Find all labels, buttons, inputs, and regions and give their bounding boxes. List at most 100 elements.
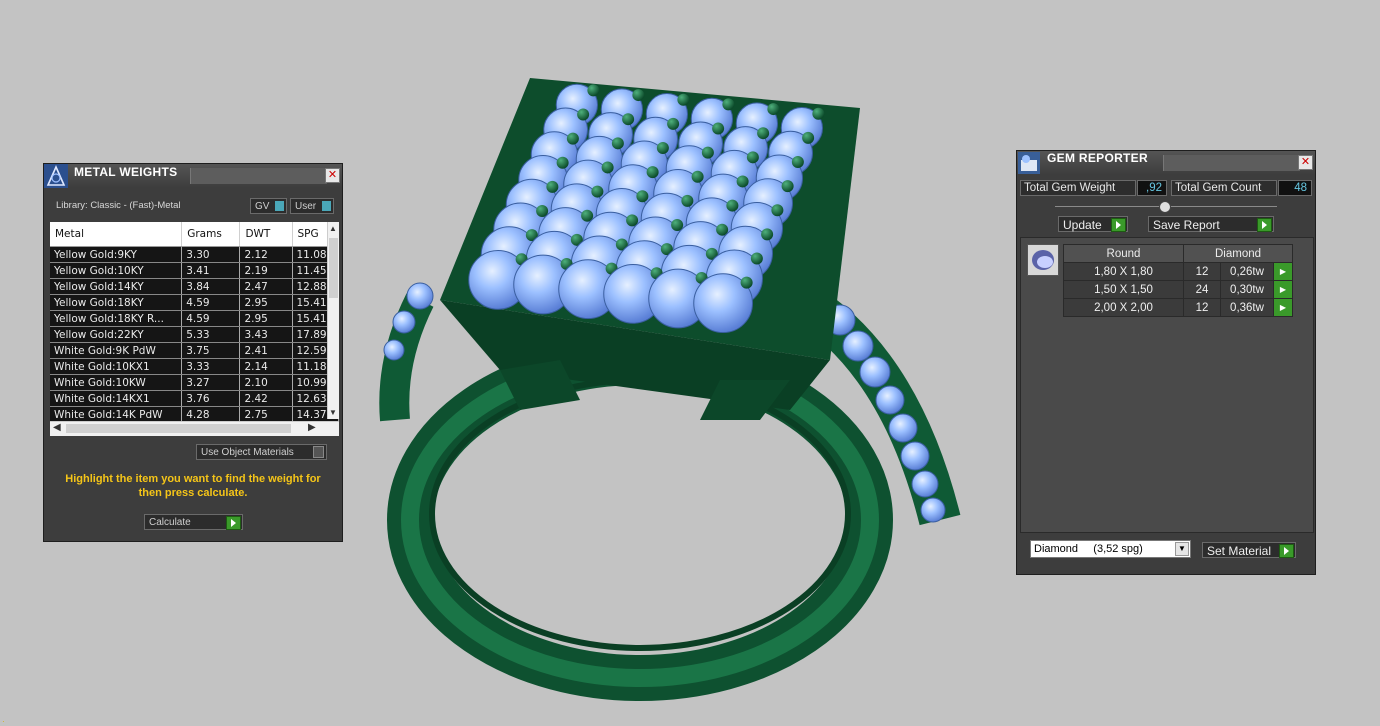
metal-table-vertical-scrollbar[interactable]: ▲ ▼ xyxy=(327,222,339,419)
table-row[interactable]: White Gold:10KX1 3.33 2.14 11.18 xyxy=(50,358,339,375)
metal-weights-logo-icon xyxy=(44,164,68,188)
prong xyxy=(761,228,774,241)
column-grams[interactable]: Grams xyxy=(181,222,241,247)
table-cell: Yellow Gold:18KY R... xyxy=(50,310,183,327)
scroll-hthumb[interactable] xyxy=(66,424,291,433)
prong xyxy=(722,98,735,111)
table-cell: 2.10 xyxy=(239,374,293,391)
table-cell: White Gold:10KW xyxy=(50,374,183,391)
table-cell: White Gold:10KX1 xyxy=(50,358,183,375)
table-cell: Yellow Gold:9KY xyxy=(50,246,183,263)
gem-reporter-title: GEM REPORTER xyxy=(1047,151,1148,165)
calculate-button[interactable]: Calculate xyxy=(144,514,243,530)
prong xyxy=(556,156,569,169)
scroll-down-arrow-icon[interactable]: ▼ xyxy=(329,408,337,417)
prong xyxy=(740,276,753,289)
prong xyxy=(681,194,694,207)
table-cell: 2.41 xyxy=(239,342,293,359)
prong xyxy=(701,146,714,159)
prong xyxy=(802,131,815,144)
table-cell: White Gold:14KX1 xyxy=(50,390,183,407)
library-label: Library: Classic - (Fast)-Metal xyxy=(56,200,181,211)
gem-table-header: Round Diamond xyxy=(1063,244,1293,263)
gem-shape-header: Round xyxy=(1063,244,1184,263)
table-row[interactable]: Yellow Gold:10KY 3.41 2.19 11.45 xyxy=(50,262,339,279)
report-slider[interactable] xyxy=(1055,201,1277,213)
table-row[interactable]: Yellow Gold:18KY R... 4.59 2.95 15.41 xyxy=(50,310,339,327)
gv-toggle[interactable]: GV xyxy=(250,198,287,214)
metal-weights-close-button[interactable]: ✕ xyxy=(325,168,340,183)
metal-table-horizontal-scrollbar[interactable]: ◀ ▶ xyxy=(50,421,339,436)
scroll-left-arrow-icon[interactable]: ◀ xyxy=(53,422,61,433)
set-material-button[interactable]: Set Material xyxy=(1202,542,1296,558)
save-report-button[interactable]: Save Report xyxy=(1148,216,1274,232)
table-cell: 3.84 xyxy=(181,278,241,295)
gem-row-select-button[interactable]: ▶ xyxy=(1273,262,1293,281)
gv-label: GV xyxy=(255,201,270,212)
corner-mark: · xyxy=(2,717,5,726)
total-gem-weight-label: Total Gem Weight xyxy=(1020,180,1136,196)
scroll-up-arrow-icon[interactable]: ▲ xyxy=(329,224,337,233)
table-cell: 2.47 xyxy=(239,278,293,295)
column-metal[interactable]: Metal xyxy=(50,222,183,247)
gem-row[interactable]: 1,50 X 1,50 24 0,30tw ▶ xyxy=(1063,280,1293,299)
table-cell: Yellow Gold:14KY xyxy=(50,278,183,295)
table-cell: 2.14 xyxy=(239,358,293,375)
chevron-down-icon[interactable]: ▼ xyxy=(1175,542,1189,556)
update-play-icon xyxy=(1111,218,1126,232)
gem-row[interactable]: 2,00 X 2,00 12 0,36tw ▶ xyxy=(1063,298,1293,317)
total-gem-weight-value: ,92 xyxy=(1137,180,1167,196)
table-row[interactable]: White Gold:9K PdW 3.75 2.41 12.59 xyxy=(50,342,339,359)
table-cell: 2.42 xyxy=(239,390,293,407)
table-row[interactable]: White Gold:14KX1 3.76 2.42 12.63 xyxy=(50,390,339,407)
gem-cell: 0,26tw xyxy=(1220,262,1274,281)
table-row[interactable]: Yellow Gold:22KY 5.33 3.43 17.89 xyxy=(50,326,339,343)
prong xyxy=(691,170,704,183)
metal-weights-titlebar[interactable]: METAL WEIGHTS ✕ xyxy=(44,164,342,188)
slider-handle-icon[interactable] xyxy=(1159,201,1171,213)
scroll-right-arrow-icon[interactable]: ▶ xyxy=(308,422,316,433)
total-gem-count-label: Total Gem Count xyxy=(1171,180,1277,196)
use-object-materials-label: Use Object Materials xyxy=(201,447,294,458)
round-gem-shape-icon xyxy=(1032,250,1054,270)
prong xyxy=(577,108,590,121)
prong xyxy=(546,180,559,193)
prong xyxy=(632,89,645,102)
material-select[interactable]: Diamond (3,52 spg) ▼ xyxy=(1030,540,1191,558)
gem-row[interactable]: 1,80 X 1,80 12 0,26tw ▶ xyxy=(1063,262,1293,281)
prong xyxy=(611,137,624,150)
table-row[interactable]: Yellow Gold:14KY 3.84 2.47 12.88 xyxy=(50,278,339,295)
table-row[interactable]: Yellow Gold:9KY 3.30 2.12 11.08 xyxy=(50,246,339,263)
prong xyxy=(712,122,725,135)
metal-weights-panel: METAL WEIGHTS ✕ Library: Classic - (Fast… xyxy=(43,163,343,542)
gem-row-select-button[interactable]: ▶ xyxy=(1273,280,1293,299)
gv-indicator xyxy=(275,201,284,211)
prong xyxy=(646,166,659,179)
scroll-thumb[interactable] xyxy=(329,238,338,298)
update-button[interactable]: Update xyxy=(1058,216,1128,232)
gem-material-header: Diamond xyxy=(1183,244,1293,263)
column-dwt[interactable]: DWT xyxy=(239,222,293,247)
gem-reporter-close-button[interactable]: ✕ xyxy=(1298,155,1313,170)
gem-cell: 12 xyxy=(1183,298,1221,317)
gem-list-area: Round Diamond 1,80 X 1,80 12 0,26tw ▶ 1,50 X… xyxy=(1020,237,1314,533)
table-cell: 4.59 xyxy=(181,294,241,311)
gem-reporter-titlebar[interactable]: GEM REPORTER ✕ xyxy=(1017,151,1315,175)
table-row[interactable]: Yellow Gold:18KY 4.59 2.95 15.41 xyxy=(50,294,339,311)
round-gem-thumbnail-icon[interactable] xyxy=(1027,244,1059,276)
gem-reporter-panel: GEM REPORTER ✕ Total Gem Weight ,92 Tota… xyxy=(1016,150,1316,575)
title-spacer xyxy=(1163,155,1300,171)
save-report-play-icon xyxy=(1257,218,1272,232)
user-toggle[interactable]: User xyxy=(290,198,334,214)
gem-row-select-button[interactable]: ▶ xyxy=(1273,298,1293,317)
total-gem-count-value: 48 xyxy=(1278,180,1312,196)
set-material-play-icon xyxy=(1279,544,1294,558)
use-object-materials-toggle[interactable]: Use Object Materials xyxy=(196,444,327,460)
gem-cell: 1,80 X 1,80 xyxy=(1063,262,1184,281)
table-row[interactable]: White Gold:10KW 3.27 2.10 10.99 xyxy=(50,374,339,391)
prong xyxy=(656,141,669,154)
prong xyxy=(636,190,649,203)
gem-table: Round Diamond 1,80 X 1,80 12 0,26tw ▶ 1,50 X… xyxy=(1063,244,1293,317)
table-cell: 3.43 xyxy=(239,326,293,343)
prong xyxy=(726,199,739,212)
